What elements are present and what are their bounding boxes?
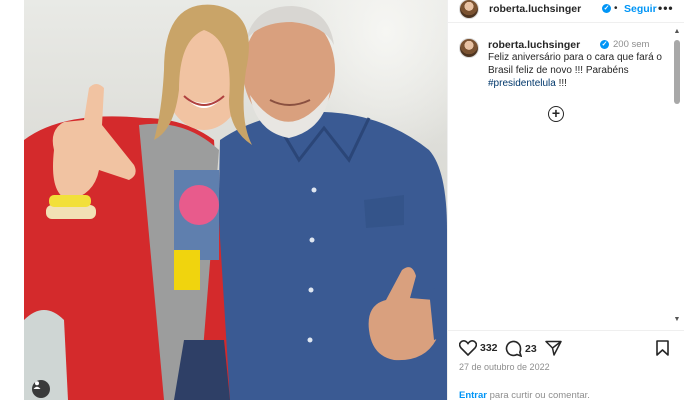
user-tag-icon[interactable] (32, 380, 50, 398)
caption-verified-badge-icon: ✓ (600, 40, 609, 49)
post-actions: 332 23 27 de outubro de 2022 Entrar para… (448, 330, 685, 401)
comment-action[interactable]: 23 (505, 340, 537, 357)
caption-hashtag-link[interactable]: #presidentelula (488, 78, 556, 89)
comments-section: roberta.luchsinger ✓ 200 sem Feliz anive… (448, 28, 685, 328)
post-photo[interactable] (24, 0, 447, 400)
scroll-down-icon[interactable]: ▼ (673, 316, 681, 324)
login-prompt: Entrar para curtir ou comentar. (459, 390, 590, 401)
login-prompt-text: para curtir ou comentar. (486, 390, 590, 401)
photo-illustration (24, 4, 447, 400)
caption-author-avatar[interactable] (459, 38, 479, 58)
verified-badge-icon: ✓ (602, 4, 611, 13)
like-count: 332 (480, 342, 498, 354)
plus-circle-icon[interactable]: + (548, 106, 564, 122)
right-margin (684, 0, 700, 400)
comment-icon[interactable] (505, 340, 522, 357)
follow-button[interactable]: Seguir (624, 3, 657, 15)
bookmark-icon[interactable] (656, 340, 669, 356)
scrollbar-thumb[interactable] (674, 40, 680, 104)
post-date: 27 de outubro de 2022 (459, 362, 550, 372)
caption-suffix: !!! (555, 78, 567, 89)
header-username[interactable]: roberta.luchsinger (489, 3, 581, 15)
author-avatar[interactable] (459, 0, 479, 19)
share-action[interactable] (545, 340, 562, 356)
comment-count: 23 (525, 342, 537, 355)
instagram-post-modal: roberta.luchsinger ✓ • Seguir ••• robert… (0, 0, 700, 401)
like-action[interactable]: 332 (459, 340, 498, 356)
save-action[interactable] (656, 340, 669, 356)
share-icon[interactable] (545, 340, 562, 356)
header-separator: • (614, 3, 618, 14)
more-options-icon[interactable]: ••• (658, 1, 674, 15)
caption-username[interactable]: roberta.luchsinger (488, 39, 580, 51)
comments-scrollbar[interactable]: ▲ ▼ (672, 28, 682, 326)
post-header: roberta.luchsinger ✓ • Seguir ••• (448, 0, 685, 23)
left-margin (0, 0, 24, 400)
caption-time-ago: 200 sem (613, 39, 650, 50)
post-side-panel: roberta.luchsinger ✓ • Seguir ••• robert… (447, 0, 685, 401)
scroll-up-icon[interactable]: ▲ (673, 28, 681, 36)
heart-icon[interactable] (459, 340, 477, 356)
caption-body: Feliz aniversário para o cara que fará o… (488, 52, 662, 76)
login-link[interactable]: Entrar (459, 390, 487, 401)
caption-text: Feliz aniversário para o cara que fará o… (488, 51, 668, 90)
